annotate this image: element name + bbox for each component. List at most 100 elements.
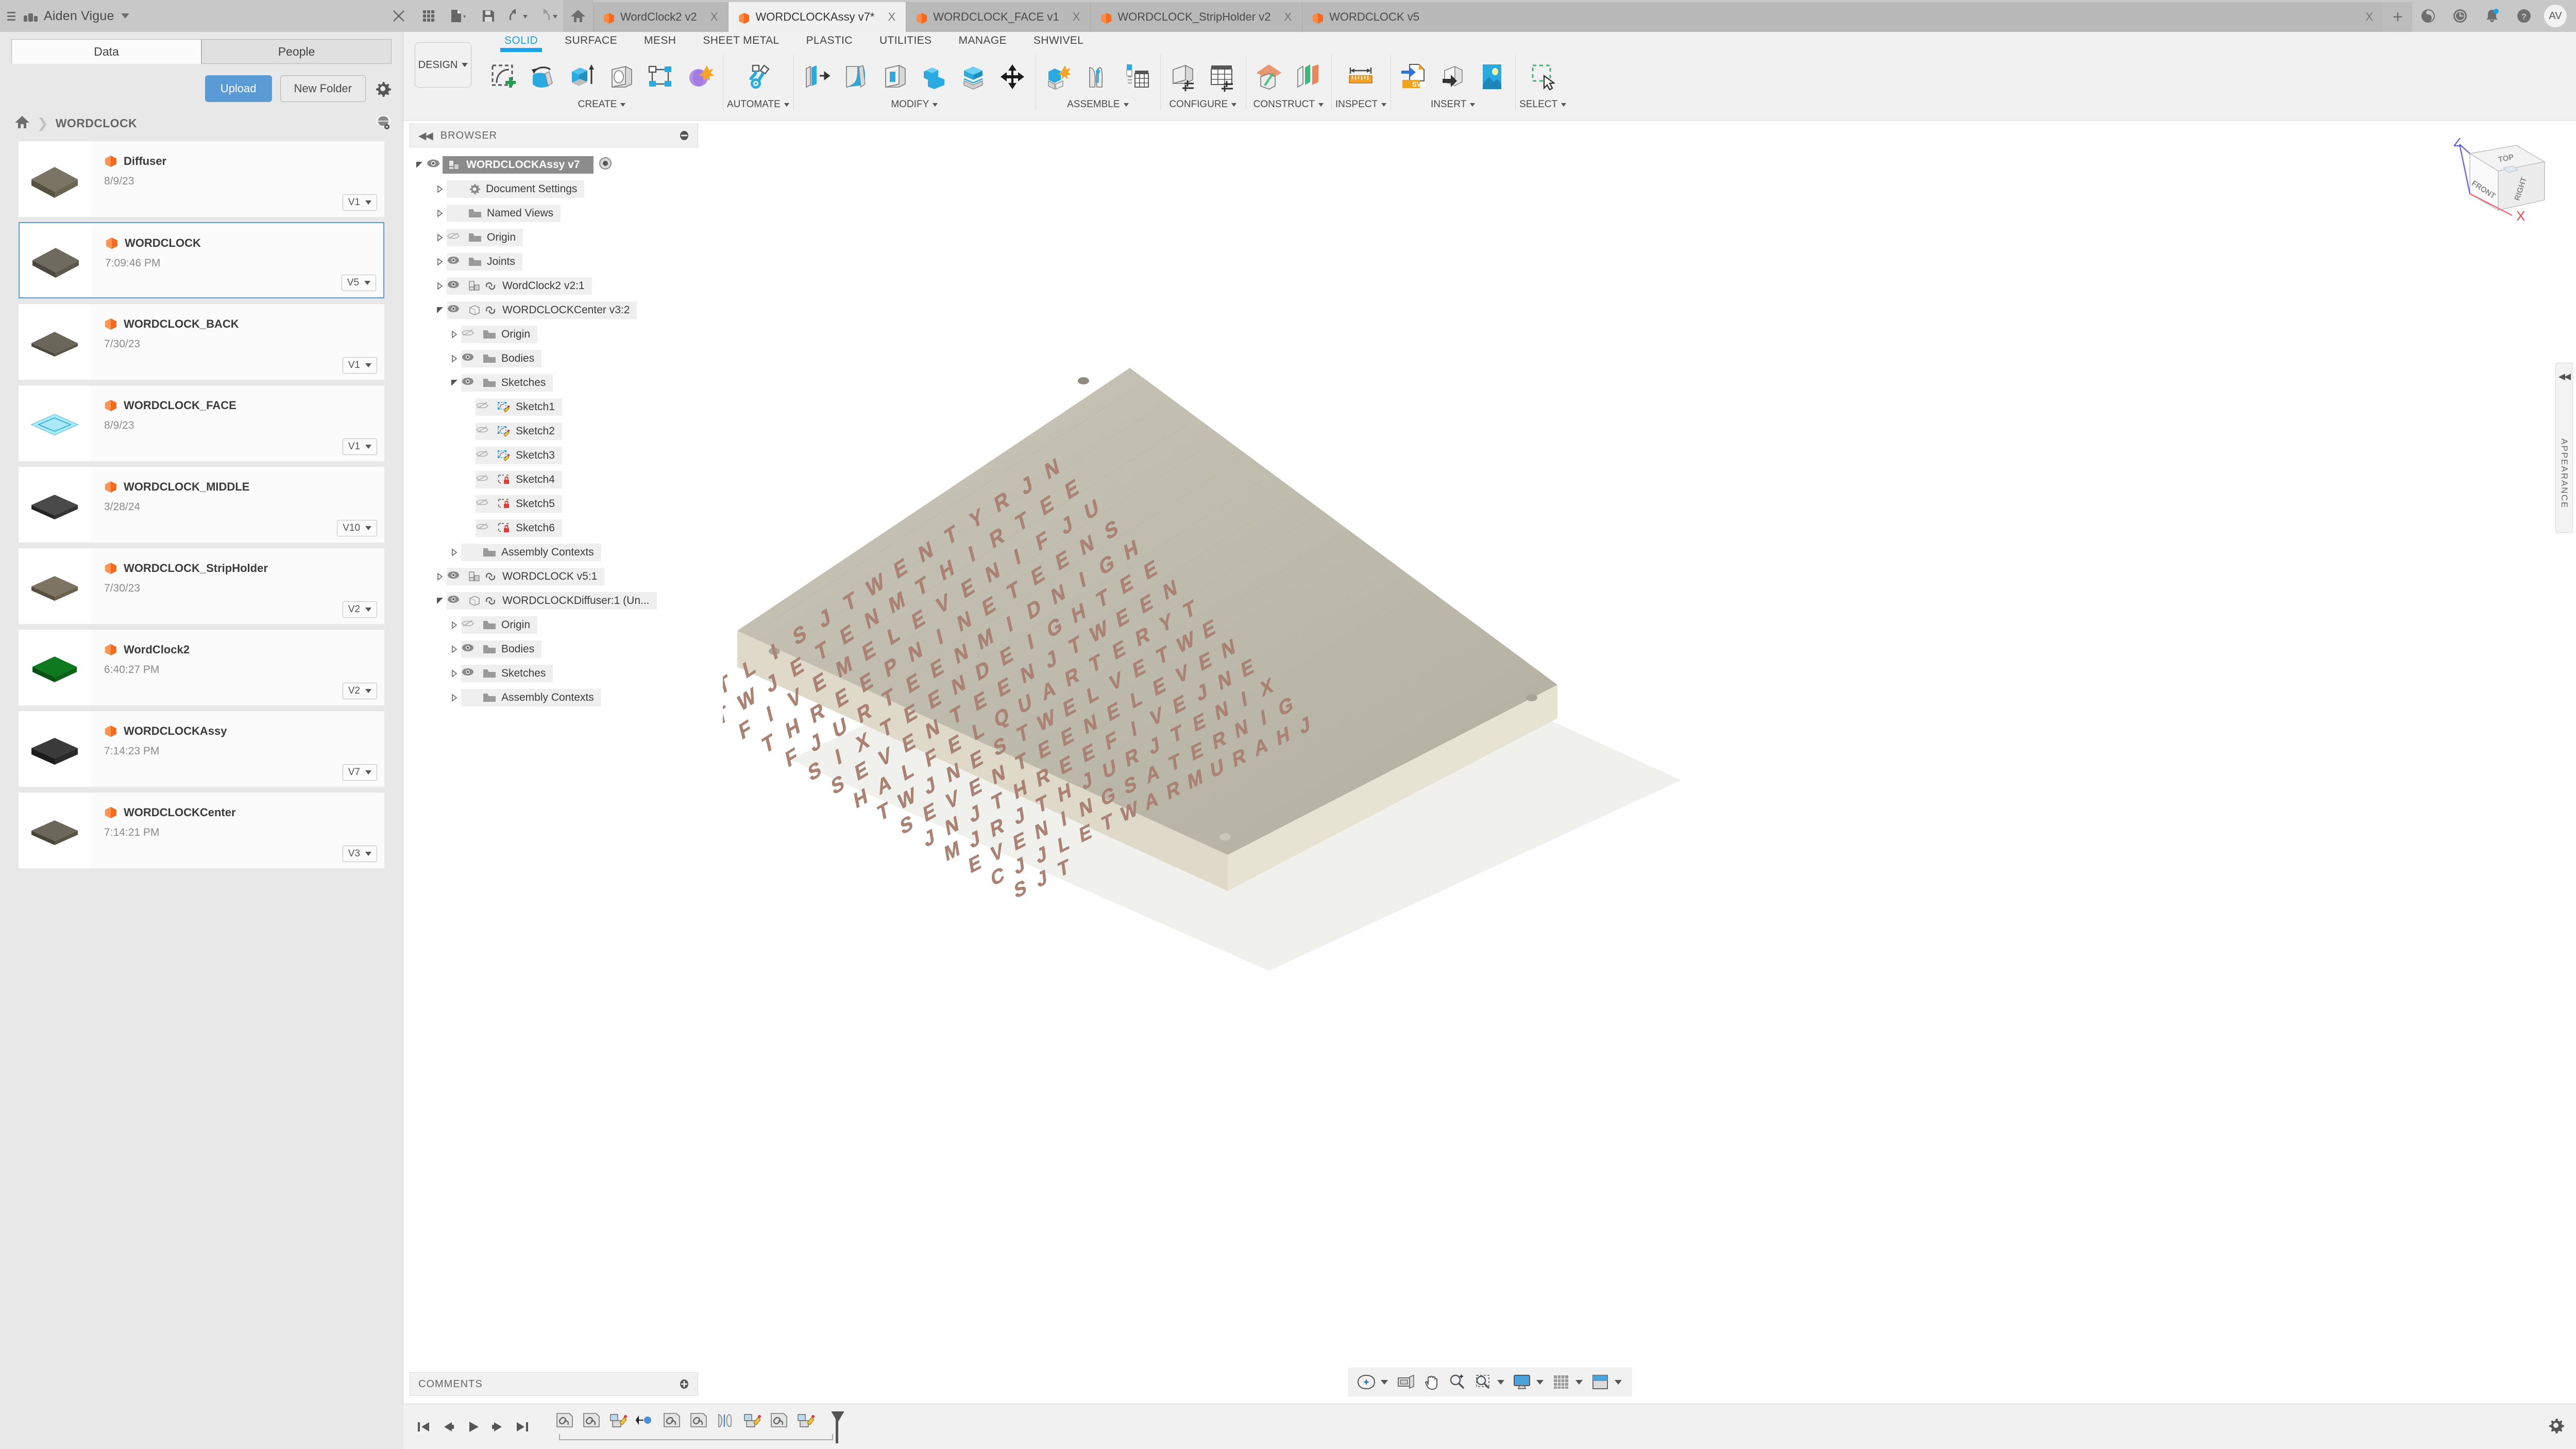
insert-svg-icon[interactable]: SVG	[1395, 55, 1433, 99]
version-badge[interactable]: V7	[342, 764, 377, 781]
doc-tab-2[interactable]: WORDCLOCK_FACE v1 X	[906, 2, 1091, 32]
step-back-icon[interactable]	[439, 1418, 457, 1436]
tree-node-wordclock2-v2-1[interactable]: WordClock2 v2:1	[410, 274, 698, 298]
ribbon-tab-mesh[interactable]: MESH	[631, 35, 689, 47]
link-feature-icon[interactable]	[689, 1410, 709, 1431]
word-clock-model[interactable]: ITLISJTWENTYRJNTWJETENMTHIRTEEFIVEMELEVE…	[723, 172, 2217, 1306]
link-feature-icon[interactable]	[582, 1410, 602, 1431]
doc-tab-0[interactable]: WordClock2 v2 X	[593, 2, 728, 32]
ribbon-tab-manage[interactable]: MANAGE	[945, 35, 1020, 47]
hole-icon[interactable]	[602, 55, 640, 99]
root-component-chip[interactable]: WORDCLOCKAssy v7	[443, 156, 594, 174]
collapse-left-icon[interactable]: ◀◀	[418, 129, 433, 142]
visibility-eye-icon[interactable]	[447, 280, 463, 292]
zoom-window-icon[interactable]	[1471, 1371, 1494, 1393]
measure-icon[interactable]	[1342, 55, 1380, 99]
tree-node-named-views[interactable]: Named Views	[410, 201, 698, 225]
version-badge[interactable]: V3	[342, 846, 377, 862]
panel-options-icon[interactable]	[679, 130, 689, 141]
twisty-closed-icon[interactable]	[433, 209, 447, 217]
tree-node-origin[interactable]: Origin	[410, 322, 698, 346]
visibility-eye-icon[interactable]	[447, 256, 463, 268]
tree-node-bodies[interactable]: Bodies	[410, 346, 698, 370]
chevron-down-icon[interactable]	[1497, 1379, 1504, 1385]
close-tab-icon[interactable]: X	[1284, 10, 1292, 24]
visibility-eye-icon[interactable]	[461, 643, 478, 655]
extrude-icon[interactable]	[563, 55, 601, 99]
twisty-closed-icon[interactable]	[433, 281, 447, 290]
timeline-marker-icon[interactable]	[831, 1410, 844, 1443]
twisty-open-icon[interactable]	[413, 160, 426, 170]
orbit-icon[interactable]	[1355, 1371, 1378, 1393]
tree-node-sketch2[interactable]: Sketch2	[410, 419, 698, 443]
visibility-eye-off-icon[interactable]	[476, 498, 492, 510]
insert-canvas-icon[interactable]	[1473, 55, 1511, 99]
version-badge[interactable]: V5	[341, 275, 376, 291]
version-badge[interactable]: V2	[342, 601, 377, 618]
ribbon-tab-solid[interactable]: SOLID	[491, 35, 551, 52]
form-icon[interactable]	[681, 55, 719, 99]
move-copy-icon[interactable]	[993, 55, 1031, 99]
doc-tab-3[interactable]: WORDCLOCK_StripHolder v2 X	[1090, 2, 1302, 32]
tree-node-joints[interactable]: Joints	[410, 249, 698, 274]
version-badge[interactable]: V1	[342, 194, 377, 211]
visibility-eye-off-icon[interactable]	[476, 449, 492, 462]
visibility-eye-off-icon[interactable]	[476, 474, 492, 486]
tab-people[interactable]: People	[201, 39, 392, 64]
view-cube[interactable]: TOP FRONT RIGHT Z X	[2439, 134, 2557, 241]
visibility-eye-off-icon[interactable]	[461, 619, 478, 631]
visibility-eye-icon[interactable]	[447, 304, 463, 316]
panel-options-icon[interactable]	[679, 1379, 689, 1389]
activate-radio-icon[interactable]	[599, 157, 612, 173]
sketch-feature-icon[interactable]	[608, 1410, 629, 1431]
visibility-eye-off-icon[interactable]	[476, 401, 492, 413]
twisty-closed-icon[interactable]	[433, 572, 447, 581]
save-icon[interactable]	[473, 0, 503, 32]
jump-start-icon[interactable]	[415, 1418, 432, 1436]
twisty-closed-icon[interactable]	[448, 645, 461, 653]
mirror-feature-icon[interactable]	[716, 1410, 736, 1431]
visibility-eye-icon[interactable]	[461, 667, 478, 680]
workspace-switcher[interactable]: DESIGN	[415, 42, 471, 88]
version-badge[interactable]: V1	[342, 357, 377, 374]
appearance-panel-rail[interactable]: ◀◀ APPEARANCE	[2555, 363, 2573, 533]
version-badge[interactable]: V10	[337, 520, 377, 536]
twisty-closed-icon[interactable]	[448, 548, 461, 557]
chevron-down-icon[interactable]	[1575, 1379, 1583, 1385]
tree-node-bodies[interactable]: Bodies	[410, 637, 698, 661]
tree-node-assembly-contexts[interactable]: Assembly Contexts	[410, 685, 698, 710]
configure-table-icon[interactable]	[1204, 55, 1242, 99]
twisty-closed-icon[interactable]	[448, 354, 461, 363]
tree-node-wordclockdiffuser-1-un[interactable]: WORDCLOCKDiffuser:1 (Un...	[410, 588, 698, 613]
shell-icon[interactable]	[876, 55, 914, 99]
home-icon[interactable]	[14, 115, 30, 132]
list-item[interactable]: WORDCLOCK_MIDDLE 3/28/24 V10	[19, 466, 384, 543]
tree-node-assembly-contexts[interactable]: Assembly Contexts	[410, 540, 698, 564]
viewports-icon[interactable]	[1589, 1371, 1612, 1393]
chevron-down-icon[interactable]	[1536, 1379, 1544, 1385]
list-item[interactable]: WORDCLOCK_StripHolder 7/30/23 V2	[19, 548, 384, 624]
link-feature-icon[interactable]	[555, 1410, 575, 1431]
link-feature-icon[interactable]	[769, 1410, 790, 1431]
twisty-open-icon[interactable]	[448, 379, 461, 387]
offset-plane-icon[interactable]	[1250, 55, 1288, 99]
new-component-icon[interactable]	[1040, 55, 1078, 99]
ribbon-tab-plastic[interactable]: PLASTIC	[793, 35, 866, 47]
close-tab-icon[interactable]: X	[1073, 10, 1080, 24]
joint-icon[interactable]	[1079, 55, 1117, 99]
revolve-icon[interactable]	[524, 55, 562, 99]
tree-node-sketch1[interactable]: Sketch1	[410, 395, 698, 419]
tree-node-sketch4[interactable]: Sketch4	[410, 467, 698, 492]
recent-icon[interactable]	[2444, 0, 2476, 32]
undo-icon[interactable]	[503, 0, 533, 32]
play-icon[interactable]	[464, 1418, 482, 1436]
zoom-icon[interactable]	[1446, 1371, 1468, 1393]
look-at-icon[interactable]	[1394, 1371, 1417, 1393]
twisty-closed-icon[interactable]	[433, 233, 447, 242]
tree-node-sketches[interactable]: Sketches	[410, 370, 698, 395]
list-item[interactable]: WORDCLOCK_BACK 7/30/23 V1	[19, 304, 384, 380]
twisty-open-icon[interactable]	[433, 306, 447, 314]
configure-body-icon[interactable]	[1164, 55, 1202, 99]
list-item[interactable]: WORDCLOCK 7:09:46 PM V5	[19, 222, 384, 298]
twisty-closed-icon[interactable]	[448, 620, 461, 629]
